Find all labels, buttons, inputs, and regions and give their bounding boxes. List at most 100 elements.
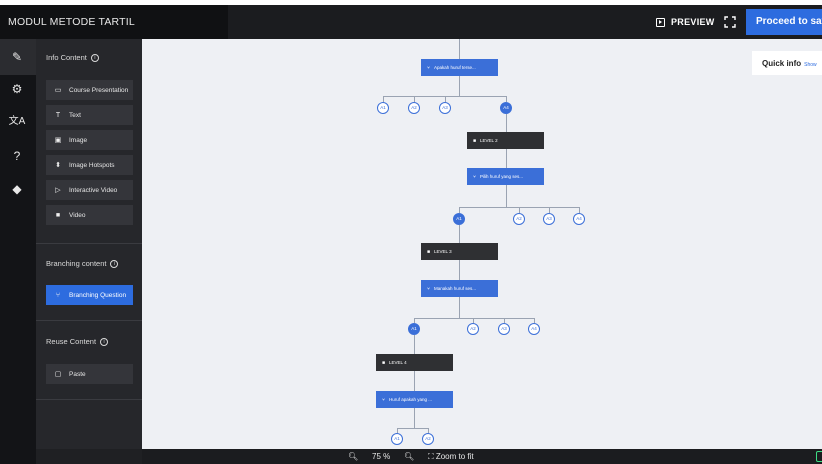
translate-icon[interactable]: 文A [8,113,26,131]
section-divider [36,399,142,400]
help-icon[interactable]: ? [8,147,26,165]
answer-node-selected[interactable]: A1 [453,213,465,225]
connector [506,114,507,132]
answer-node-selected[interactable]: A1 [408,323,420,335]
clipboard-icon: ▢ [54,371,62,378]
section-divider [36,243,142,244]
item-image-hotspots[interactable]: ⬍ Image Hotspots [46,155,133,175]
panel-footer [36,449,142,464]
branching-icon: ⑂ [427,64,431,71]
info-icon[interactable]: i [90,53,99,62]
branching-question-node[interactable]: ⑂ Huruf apakah yang ... [376,391,453,408]
pencil-icon[interactable]: ✎ [8,48,26,66]
item-label: Image [69,136,88,144]
connector [459,260,460,280]
quick-info-show-link[interactable]: Show [804,62,817,68]
icon-rail: ✎ ⚙ 文A ? ◆ [0,39,36,464]
top-bar: MODUL METODE TARTIL PREVIEW Proceed to s… [0,5,822,39]
connector [506,149,507,168]
answer-node[interactable]: A2 [513,213,525,225]
play-icon [656,17,665,27]
node-label: Pilih huruf yang ses... [480,174,524,179]
answer-node-selected[interactable]: A4 [500,102,512,114]
reuse-title: Reuse Content [46,337,97,346]
connector [414,408,415,428]
module-title[interactable]: MODUL METODE TARTIL [0,5,228,39]
zoom-bar: 🔍︎ 75 % 🔍︎ ⛶ Zoom to fit [142,449,822,464]
node-label: LEVEL 2 [480,138,498,143]
zoom-out-icon[interactable]: 🔍︎ [348,452,358,461]
connector [506,185,507,207]
preview-button[interactable]: PREVIEW [656,5,715,39]
presentation-icon: ▭ [54,87,62,94]
answer-node[interactable]: A2 [467,323,479,335]
node-label: Manakah huruf ses... [434,286,477,291]
item-video[interactable]: ■ Video [46,205,133,225]
answer-node[interactable]: A1 [391,433,403,445]
hotspot-icon: ⬍ [55,162,61,169]
branching-icon: ⑂ [55,291,61,299]
branching-question-node[interactable]: ⑂ Apakah huruf terse... [421,59,498,76]
item-label: Video [69,211,86,219]
gear-icon[interactable]: ⚙ [8,80,26,98]
branching-canvas[interactable]: Quick info Show ⑂ Apakah huruf terse... … [142,39,822,449]
branching-icon: ⑂ [427,285,431,292]
item-branching-question[interactable]: ⑂ Branching Question [46,285,133,305]
node-label: LEVEL 4 [389,360,407,365]
video-icon: ■ [473,137,477,144]
item-label: Branching Question [69,291,127,299]
item-label: Text [69,111,81,119]
status-icon[interactable] [816,451,822,462]
item-paste[interactable]: ▢ Paste [46,364,133,384]
item-interactive-video[interactable]: ▷ Interactive Video [46,180,133,200]
tag-icon[interactable]: ◆ [8,180,26,198]
branching-heading: Branching content i [46,259,119,268]
zoom-in-icon[interactable]: 🔍︎ [404,452,414,461]
reuse-heading: Reuse Content i [46,337,109,346]
item-label: Interactive Video [69,186,118,194]
connector [414,371,415,391]
fit-icon: ⛶ [428,452,434,461]
answer-node[interactable]: A3 [543,213,555,225]
branching-question-node[interactable]: ⑂ Pilih huruf yang ses... [467,168,544,185]
item-course-presentation[interactable]: ▭ Course Presentation [46,80,133,100]
answer-node[interactable]: A3 [498,323,510,335]
fullscreen-icon[interactable] [724,16,736,28]
answer-node[interactable]: A4 [528,323,540,335]
info-content-heading: Info Content i [46,53,99,62]
quick-info-box[interactable]: Quick info Show [752,51,822,75]
content-panel: Info Content i ▭ Course Presentation T T… [36,39,142,449]
zoom-to-fit-button[interactable]: ⛶ Zoom to fit [428,452,474,462]
info-icon[interactable]: i [100,337,109,346]
app-root: MODUL METODE TARTIL PREVIEW Proceed to s… [0,0,822,464]
answer-node[interactable]: A2 [422,433,434,445]
level-node[interactable]: ■ LEVEL 3 [421,243,498,260]
item-image[interactable]: ▣ Image [46,130,133,150]
node-label: Huruf apakah yang ... [389,397,433,402]
interactive-video-icon: ▷ [55,187,61,194]
info-icon[interactable]: i [110,259,119,268]
video-icon: ■ [427,248,431,255]
branching-icon: ⑂ [473,173,477,180]
branching-question-node[interactable]: ⑂ Manakah huruf ses... [421,280,498,297]
connector [459,297,460,318]
connector [459,39,460,59]
video-icon: ■ [382,359,386,366]
node-label: Apakah huruf terse... [434,65,476,70]
item-text[interactable]: T Text [46,105,133,125]
quick-info-label: Quick info [762,59,802,68]
info-content-title: Info Content [46,53,87,62]
answer-node[interactable]: A1 [377,102,389,114]
answer-node[interactable]: A4 [573,213,585,225]
proceed-to-save-button[interactable]: Proceed to save [746,9,822,35]
item-label: Image Hotspots [69,161,115,169]
zoom-fit-label: Zoom to fit [435,452,474,461]
answer-node[interactable]: A3 [439,102,451,114]
text-icon: T [55,111,61,119]
level-node[interactable]: ■ LEVEL 2 [467,132,544,149]
level-node[interactable]: ■ LEVEL 4 [376,354,453,371]
connector [414,318,535,319]
connector [459,225,460,243]
branching-title: Branching content [46,259,107,268]
answer-node[interactable]: A2 [408,102,420,114]
